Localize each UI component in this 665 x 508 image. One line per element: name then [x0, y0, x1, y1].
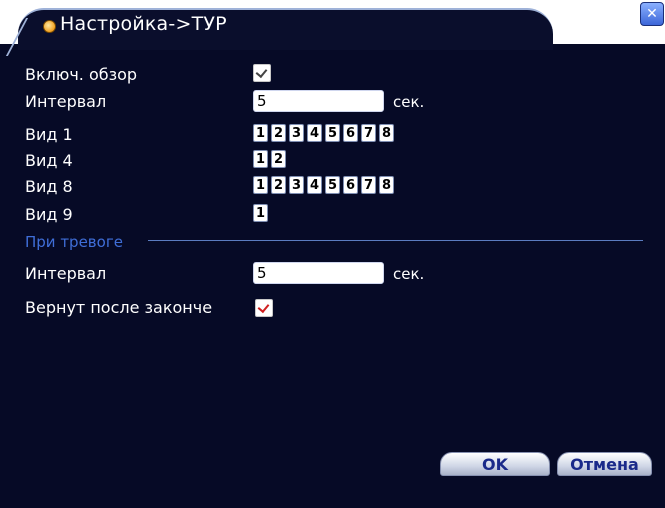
view8-cell[interactable]: 3 [289, 176, 304, 194]
view1-cell[interactable]: 6 [343, 124, 358, 142]
view4-cells: 1 2 [253, 150, 286, 168]
enable-tour-checkbox[interactable] [253, 64, 271, 82]
view1-cell[interactable]: 2 [271, 124, 286, 142]
interval-unit: сек. [393, 93, 425, 111]
view8-cells: 1 2 3 4 5 6 7 8 [253, 176, 394, 194]
view8-label: Вид 8 [25, 177, 73, 196]
view1-cell[interactable]: 1 [253, 124, 268, 142]
ok-button[interactable]: OK [440, 452, 550, 476]
view8-cell[interactable]: 8 [379, 176, 394, 194]
view9-cell[interactable]: 1 [253, 204, 268, 222]
alarm-interval-unit: сек. [393, 265, 425, 283]
view4-cell[interactable]: 1 [253, 150, 268, 168]
view8-cell[interactable]: 7 [361, 176, 376, 194]
view1-cell[interactable]: 4 [307, 124, 322, 142]
view1-cell[interactable]: 7 [361, 124, 376, 142]
title-bullet-icon [43, 20, 56, 33]
interval-input[interactable]: 5 [253, 90, 384, 112]
view9-label: Вид 9 [25, 205, 73, 224]
interval-label: Интервал [25, 92, 107, 111]
alarm-interval-label: Интервал [25, 264, 107, 283]
close-button[interactable]: ✕ [640, 2, 664, 26]
cancel-button[interactable]: Отмена [557, 452, 652, 476]
view8-cell[interactable]: 1 [253, 176, 268, 194]
view1-cell[interactable]: 3 [289, 124, 304, 142]
section-divider [148, 240, 643, 241]
return-after-checkbox[interactable] [255, 299, 273, 317]
close-icon: ✕ [646, 6, 658, 22]
enable-tour-label: Включ. обзор [25, 65, 138, 84]
view8-cell[interactable]: 2 [271, 176, 286, 194]
alarm-section-title: При тревоге [25, 233, 123, 251]
tour-settings-dialog: Настройка->ТУР ✕ Включ. обзор Интервал 5… [0, 0, 665, 508]
view4-label: Вид 4 [25, 151, 73, 170]
view1-label: Вид 1 [25, 125, 73, 144]
alarm-interval-input[interactable]: 5 [253, 262, 384, 284]
view8-cell[interactable]: 5 [325, 176, 340, 194]
view8-cell[interactable]: 4 [307, 176, 322, 194]
view8-cell[interactable]: 6 [343, 176, 358, 194]
return-after-label: Вернут после законче [25, 298, 213, 317]
view1-cell[interactable]: 8 [379, 124, 394, 142]
view1-cell[interactable]: 5 [325, 124, 340, 142]
dialog-title: Настройка->ТУР [60, 13, 227, 35]
view4-cell[interactable]: 2 [271, 150, 286, 168]
view1-cells: 1 2 3 4 5 6 7 8 [253, 124, 394, 142]
view9-cells: 1 [253, 204, 268, 222]
